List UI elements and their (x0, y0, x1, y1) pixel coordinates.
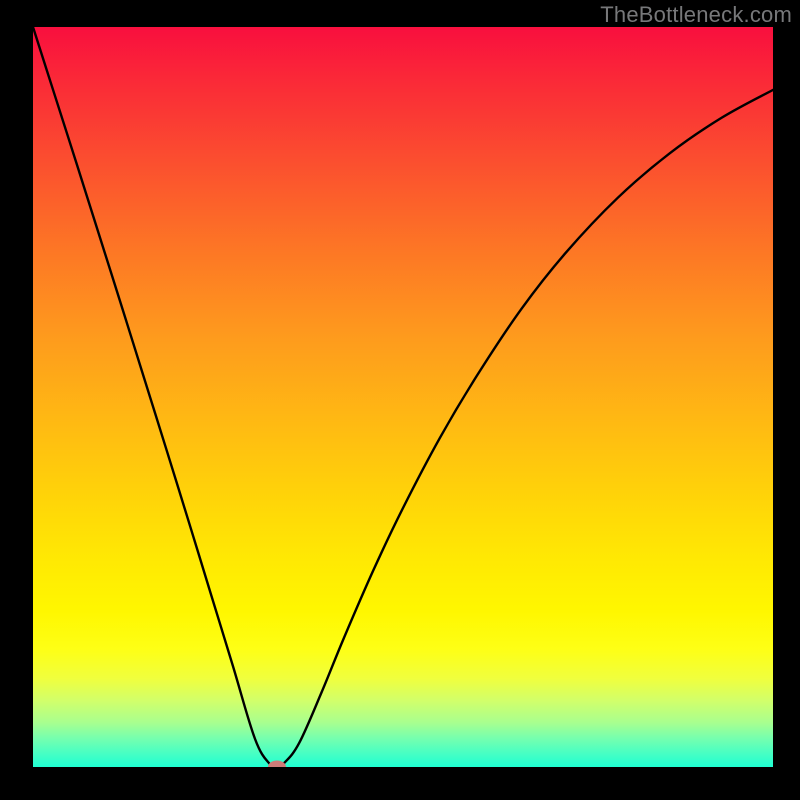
chart-stage: TheBottleneck.com (0, 0, 800, 800)
curve-layer (33, 27, 773, 767)
watermark-text: TheBottleneck.com (600, 2, 792, 28)
plot-area (33, 27, 773, 767)
bottleneck-curve (33, 27, 773, 767)
min-marker (268, 761, 286, 768)
